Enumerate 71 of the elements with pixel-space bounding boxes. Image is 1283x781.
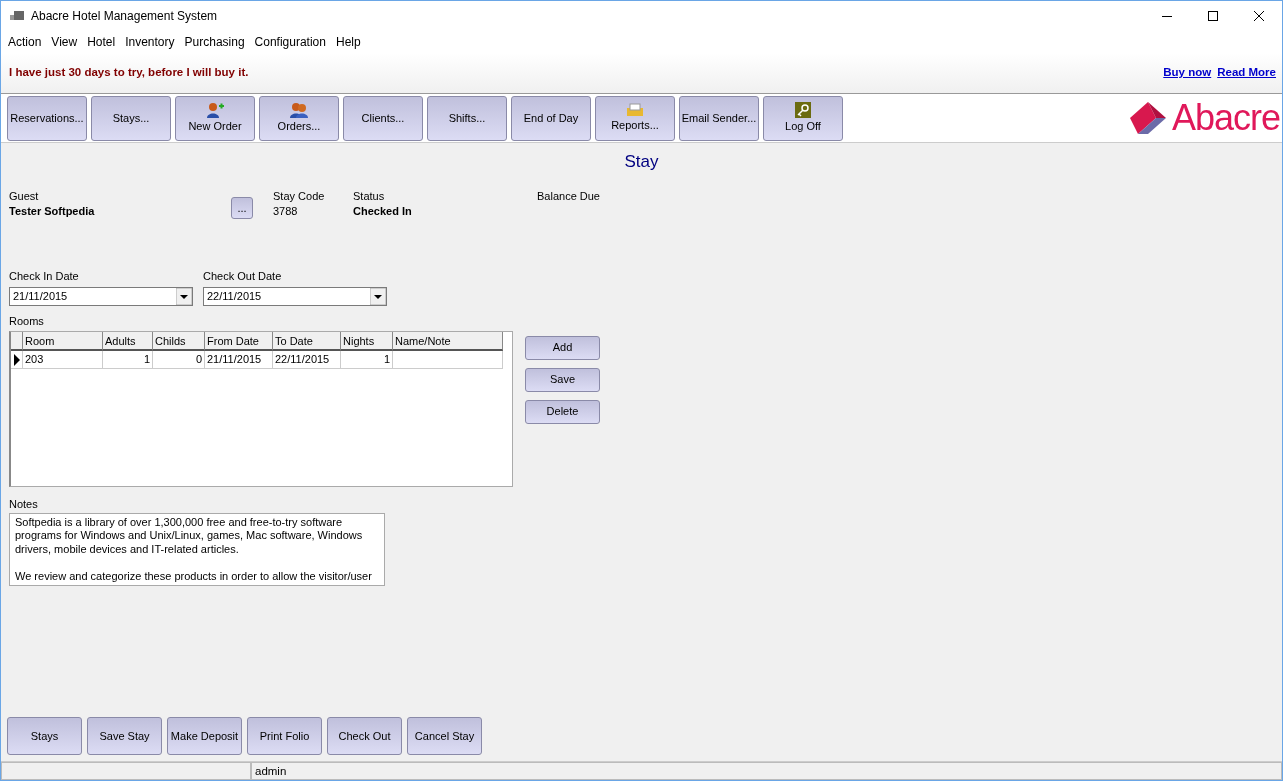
stay-action-button[interactable]: Print Folio — [247, 717, 322, 755]
table-corner-cell — [11, 331, 23, 351]
stay-action-button[interactable]: Save Stay — [87, 717, 162, 755]
printer-icon — [626, 102, 644, 117]
table-cell: 21/11/2015 — [205, 350, 273, 369]
toolbar-button[interactable]: Orders... — [259, 95, 339, 141]
table-cell: 203 — [23, 350, 103, 369]
field-label: Guest — [9, 188, 40, 203]
field-label: Notes — [9, 496, 39, 511]
toolbar-button[interactable]: Stays... — [91, 95, 171, 141]
table-cell: 1 — [103, 350, 153, 369]
column-header[interactable]: To Date — [273, 331, 341, 351]
logo-text: Abacre — [1171, 98, 1280, 138]
column-header[interactable]: Nights — [341, 331, 393, 351]
dropdown-arrow-icon — [370, 287, 386, 305]
close-icon — [1254, 11, 1264, 21]
menu-item[interactable]: Help — [330, 31, 366, 53]
field-label: Stay Code — [273, 188, 326, 203]
stay-code: 3788 — [273, 203, 299, 219]
menu-item[interactable]: Configuration — [249, 31, 331, 53]
grid-action-button[interactable]: Delete — [525, 399, 600, 424]
column-header[interactable]: Adults — [103, 331, 153, 351]
toolbar-button[interactable]: End of Day — [511, 95, 591, 141]
window-title: Abacre Hotel Management System — [31, 8, 218, 25]
menu-item[interactable]: Action — [3, 31, 47, 53]
toolbar-button[interactable]: New Order — [175, 95, 255, 141]
table-cell: 0 — [153, 350, 205, 369]
trial-message: I have just 30 days to try, before I will buy it. — [9, 65, 249, 81]
stay-action-button[interactable]: Cancel Stay — [407, 717, 482, 755]
person-plus-icon — [206, 101, 224, 118]
key-icon — [795, 101, 811, 118]
maximize-icon — [1208, 11, 1218, 21]
grid-action-button[interactable]: Add — [525, 335, 600, 360]
toolbar-button[interactable]: Reports... — [595, 95, 675, 141]
toolbar-button[interactable]: Clients... — [343, 95, 423, 141]
toolbar-button[interactable]: Shifts... — [427, 95, 507, 141]
status-user: admin — [251, 762, 1282, 780]
field-label: Rooms — [9, 313, 45, 328]
page-title: Stay — [623, 151, 660, 173]
check-out-date-dropdown[interactable]: 22/11/2015 — [203, 286, 387, 306]
stay-action-button[interactable]: Stays — [7, 717, 82, 755]
column-header[interactable]: Room — [23, 331, 103, 351]
grid-action-button[interactable]: Save — [525, 367, 600, 392]
toolbar-button[interactable]: Log Off — [763, 95, 843, 141]
toolbar-button[interactable]: Email Sender... — [679, 95, 759, 141]
column-header[interactable]: From Date — [205, 331, 273, 351]
menu-item[interactable]: Hotel — [82, 31, 121, 53]
stay-action-button[interactable]: Check Out — [327, 717, 402, 755]
column-header[interactable]: Childs — [153, 331, 205, 351]
menu-item[interactable]: View — [46, 31, 83, 53]
dropdown-arrow-icon — [176, 287, 192, 305]
field-label: Check In Date — [9, 268, 80, 283]
menu-item[interactable]: Purchasing — [179, 31, 250, 53]
app-icon — [9, 10, 25, 22]
stay-action-button[interactable]: Make Deposit — [167, 717, 242, 755]
status-value: Checked In — [353, 203, 413, 219]
table-cell: 1 — [341, 350, 393, 369]
field-label: Check Out Date — [203, 268, 283, 283]
trial-link[interactable]: Read More — [1217, 64, 1276, 82]
guest-name: Tester Softpedia — [9, 203, 96, 219]
trial-link[interactable]: Buy now — [1163, 64, 1212, 82]
table-cell: 22/11/2015 — [273, 350, 341, 369]
menu-item[interactable]: Inventory — [120, 31, 180, 53]
toolbar-button[interactable]: Reservations... — [7, 95, 87, 141]
people-icon — [290, 101, 308, 118]
notes-box[interactable]: Softpedia is a library of over 1,300,000 free and free-to-try software programs for Windows and Unix/Linux, games, Mac software, Windows drivers, mobile devices and IT-related articles. We review and categorize these products in order to allow the visitor/user — [9, 512, 385, 586]
check-in-date-dropdown[interactable]: 21/11/2015 — [9, 286, 193, 306]
field-label: Status — [353, 188, 386, 203]
browse-button[interactable]: ... — [231, 196, 253, 219]
field-label: Balance Due — [537, 188, 600, 203]
column-header[interactable]: Name/Note — [393, 331, 503, 351]
